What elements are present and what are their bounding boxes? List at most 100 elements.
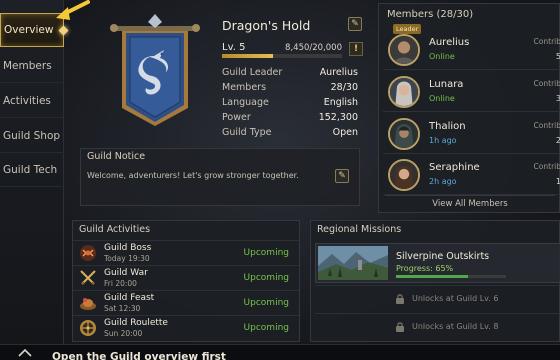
stat-power: Power 152,300: [222, 112, 358, 126]
xp-bar: [222, 54, 342, 58]
lock-icon: [396, 322, 404, 332]
crossed-swords-icon: [80, 270, 96, 285]
sidebar-item-activities[interactable]: Activities: [0, 84, 64, 118]
tutorial-hint-bar: Open the Guild overview first: [0, 344, 560, 360]
guild-name: Dragon's Hold: [222, 18, 311, 33]
member-name: Thalion: [429, 121, 466, 132]
activity-time: Sat 12:30: [104, 304, 141, 313]
member-row[interactable]: Lunara Online Contrib 3: [383, 72, 560, 112]
stat-key: Guild Leader: [222, 67, 283, 78]
activity-name: Guild Boss: [104, 243, 152, 253]
contrib-label: Contrib: [533, 79, 560, 88]
activity-time: Sun 20:00: [104, 329, 143, 338]
mission-row-locked: Unlocks at Guild Lv. 8: [315, 313, 560, 339]
tutorial-arrow-icon: [56, 0, 90, 20]
mission-thumbnail-icon: [318, 246, 388, 280]
activity-status: Upcoming: [243, 248, 289, 258]
stat-members: Members 28/30: [222, 82, 358, 96]
member-status: 1h ago: [429, 136, 457, 145]
member-row[interactable]: Seraphine 2h ago Contrib 1: [383, 155, 560, 195]
exclamation-icon: !: [353, 44, 359, 54]
stat-key: Language: [222, 97, 269, 108]
stat-language: Language English: [222, 97, 358, 111]
avatar: [388, 159, 420, 191]
contrib-value: 2: [555, 136, 560, 145]
activity-name: Guild Feast: [104, 293, 155, 303]
lock-icon: [396, 294, 404, 304]
guild-level: Lv. 5: [222, 42, 246, 53]
activity-time: Fri 20:00: [104, 279, 137, 288]
contrib-value: 1: [555, 177, 560, 186]
activity-name: Guild War: [104, 268, 148, 278]
mission-progress-text: Progress: 65%: [396, 264, 454, 273]
activity-status: Upcoming: [243, 323, 289, 333]
edit-name-button[interactable]: ✎: [348, 17, 362, 31]
chevron-up-icon: [18, 349, 32, 357]
activity-status: Upcoming: [243, 298, 289, 308]
member-name: Seraphine: [429, 162, 480, 173]
member-status: 2h ago: [429, 177, 457, 186]
guild-screen: Overview Members Activities Guild Shop G…: [0, 0, 560, 360]
member-row[interactable]: Thalion 1h ago Contrib 2: [383, 114, 560, 154]
activity-row-guild-roulette[interactable]: Guild Roulette Sun 20:00 Upcoming: [73, 315, 299, 340]
sidebar-item-guild-tech[interactable]: Guild Tech: [0, 153, 64, 187]
stat-key: Power: [222, 112, 251, 123]
activity-time: Today 19:30: [104, 254, 150, 263]
activity-status: Upcoming: [243, 273, 289, 283]
stat-value: 152,300: [318, 112, 358, 123]
avatar: [388, 76, 420, 108]
stat-guild-type: Guild Type Open: [222, 127, 358, 141]
unlock-requirement: Unlocks at Guild Lv. 6: [412, 294, 499, 303]
member-name: Lunara: [429, 79, 464, 90]
contrib-value: 3: [555, 94, 560, 103]
sidebar-item-label: Guild Tech: [3, 163, 58, 176]
stat-key: Guild Type: [222, 127, 272, 138]
tutorial-hint-text: Open the Guild overview first: [52, 351, 226, 360]
members-panel: Members (28/30) Leader Aurelius Online C…: [378, 3, 560, 213]
stat-value: English: [323, 97, 358, 108]
notice-title: Guild Notice: [87, 151, 146, 162]
guild-notice-panel: Guild Notice Welcome, adventurers! Let's…: [80, 148, 360, 206]
sidebar-item-members[interactable]: Members: [0, 49, 64, 83]
stat-value: 28/30: [330, 82, 358, 93]
mission-row-locked: Unlocks at Guild Lv. 6: [315, 285, 560, 311]
notice-body: Welcome, adventurers! Let's grow stronge…: [87, 171, 299, 180]
activity-row-guild-war[interactable]: Guild War Fri 20:00 Upcoming: [73, 265, 299, 290]
pencil-icon: ✎: [338, 171, 346, 181]
sidebar-item-guild-shop[interactable]: Guild Shop: [0, 119, 64, 153]
activity-row-guild-feast[interactable]: Guild Feast Sat 12:30 Upcoming: [73, 290, 299, 315]
guild-xp: 8,450/20,000: [285, 43, 342, 53]
member-row[interactable]: Leader Aurelius Online Contrib 5: [383, 24, 560, 70]
members-title: Members (28/30): [387, 9, 474, 20]
activity-row-guild-boss[interactable]: Guild Boss Today 19:30 Upcoming: [73, 240, 299, 265]
leader-badge: Leader: [393, 24, 422, 34]
contrib-label: Contrib: [533, 162, 560, 171]
mission-progress-bar: [396, 275, 506, 278]
contrib-value: 5: [555, 52, 560, 61]
sidebar-item-label: Members: [3, 59, 52, 72]
contrib-label: Contrib: [533, 121, 560, 130]
sidebar-item-label: Guild Shop: [3, 129, 61, 142]
avatar: [388, 34, 420, 66]
stat-value: Aurelius: [319, 67, 358, 78]
mission-row-active[interactable]: Silverpine Outskirts Progress: 65%: [315, 243, 560, 283]
sidebar-item-label: Overview: [4, 24, 54, 36]
activities-title: Guild Activities: [79, 224, 151, 235]
member-status: Online: [429, 94, 455, 103]
pencil-icon: ✎: [351, 19, 359, 29]
stat-value: Open: [332, 127, 358, 138]
boss-icon: [80, 245, 96, 261]
guild-banner-icon: [110, 14, 200, 126]
mission-progress-fill: [396, 275, 468, 278]
member-name: Aurelius: [429, 37, 470, 48]
member-status: Online: [429, 52, 455, 61]
edit-notice-button[interactable]: ✎: [335, 169, 349, 183]
contrib-label: Contrib: [533, 37, 560, 46]
stat-guild-leader: Guild Leader Aurelius: [222, 67, 358, 81]
feast-icon: [80, 298, 96, 310]
xp-bar-fill: [222, 54, 273, 58]
guild-activities-panel: Guild Activities Guild Boss Today 19:30 …: [72, 220, 300, 342]
level-info-button[interactable]: !: [349, 42, 363, 56]
mission-name: Silverpine Outskirts: [396, 251, 490, 262]
view-all-members-button[interactable]: View All Members: [385, 195, 555, 211]
